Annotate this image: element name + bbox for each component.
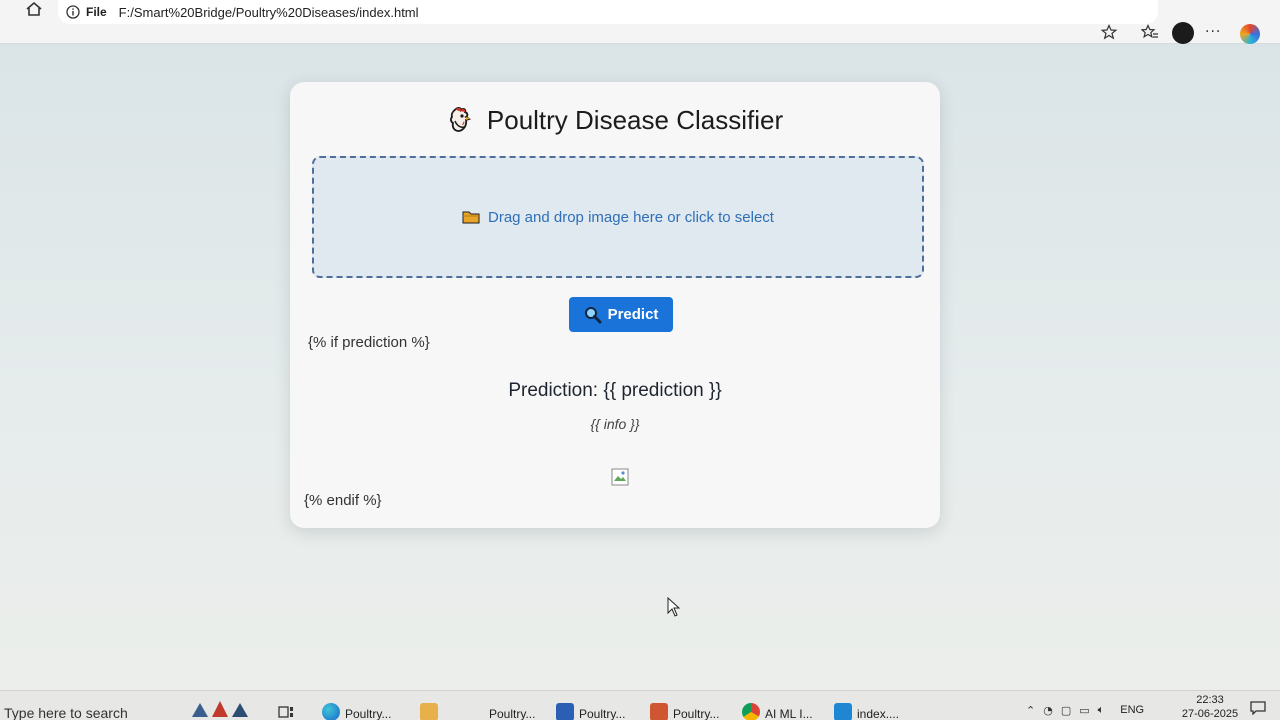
widgets-icon[interactable]: [190, 699, 252, 719]
file-scheme-label: File: [86, 5, 107, 19]
magnifier-icon: [584, 306, 602, 323]
taskbar-search-input[interactable]: Type here to search: [0, 697, 180, 720]
taskbar-item-explorer-label[interactable]: Poultry...: [489, 701, 535, 720]
template-endif-tag: {% endif %}: [304, 492, 382, 509]
taskbar-item-label: Poultry...: [673, 707, 720, 720]
taskbar-item-vscode[interactable]: index....: [834, 701, 899, 720]
folder-icon: [462, 211, 480, 224]
taskbar-item-powerpoint[interactable]: Poultry...: [650, 701, 719, 720]
address-bar[interactable]: File F:/Smart%20Bridge/Poultry%20Disease…: [58, 0, 1158, 24]
home-icon[interactable]: [22, 0, 46, 18]
more-menu-button[interactable]: ···: [1205, 24, 1221, 40]
template-if-tag: {% if prediction %}: [308, 334, 430, 351]
network-icon[interactable]: ◔: [1043, 704, 1053, 717]
profile-avatar[interactable]: [1172, 22, 1194, 44]
folder-icon: [420, 703, 438, 720]
taskbar-item-label: AI ML I...: [765, 707, 813, 720]
url-text[interactable]: F:/Smart%20Bridge/Poultry%20Diseases/ind…: [119, 5, 419, 20]
battery-icon[interactable]: ▭: [1079, 704, 1089, 717]
edge-icon: [322, 703, 340, 720]
title-row: Poultry Disease Classifier: [290, 100, 940, 140]
clock-time: 22:33: [1196, 694, 1224, 706]
prediction-heading: Prediction: {{ prediction }}: [508, 380, 722, 401]
taskbar-item-label: Poultry...: [579, 707, 626, 720]
system-tray: ⌃ ◔ ▢ ▭ 🔈︎ ENG: [1026, 699, 1144, 720]
copilot-icon[interactable]: [1240, 24, 1260, 44]
predict-button-label: Predict: [607, 306, 659, 323]
taskbar-item-word[interactable]: Poultry...: [556, 701, 625, 720]
image-drop-zone[interactable]: Drag and drop image here or click to sel…: [312, 156, 924, 278]
powerpoint-icon: [650, 703, 668, 720]
page-title: Poultry Disease Classifier: [486, 104, 784, 135]
drop-zone-label: Drag and drop image here or click to sel…: [488, 208, 774, 226]
taskbar-item-label: index....: [857, 707, 900, 720]
taskbar-item-edge[interactable]: Poultry...: [322, 701, 391, 720]
volume-icon[interactable]: 🔈︎: [1098, 703, 1105, 717]
system-clock[interactable]: 22:33 27-06-2025: [1180, 693, 1240, 720]
mouse-pointer-icon: [667, 597, 681, 617]
browser-toolbar: File F:/Smart%20Bridge/Poultry%20Disease…: [0, 0, 1280, 44]
taskbar-item-chrome[interactable]: AI ML I...: [742, 701, 813, 720]
info-icon[interactable]: [66, 5, 80, 19]
predict-button[interactable]: Predict: [569, 297, 673, 332]
task-view-icon[interactable]: [278, 705, 294, 719]
rooster-icon: [449, 107, 471, 132]
taskbar: Type here to search Poultry... Poultry..…: [0, 690, 1280, 720]
notification-icon[interactable]: [1250, 701, 1266, 715]
broken-image-icon: [611, 468, 629, 486]
word-icon: [556, 703, 574, 720]
classifier-card: Poultry Disease Classifier Drag and drop…: [290, 82, 940, 528]
vscode-icon: [834, 703, 852, 720]
prediction-info: {{ info }}: [590, 416, 640, 432]
chrome-icon: [742, 703, 760, 720]
language-indicator[interactable]: ENG: [1120, 704, 1144, 716]
meet-icon[interactable]: ▢: [1061, 704, 1071, 717]
taskbar-item-label: Poultry...: [489, 707, 536, 720]
chevron-up-icon[interactable]: ⌃: [1026, 704, 1035, 717]
taskbar-item-label: Poultry...: [345, 707, 392, 720]
favorite-star-icon[interactable]: [1099, 22, 1119, 42]
favorites-icon[interactable]: [1140, 22, 1160, 42]
clock-date: 27-06-2025: [1181, 708, 1239, 720]
taskbar-item-folder[interactable]: [420, 701, 443, 720]
